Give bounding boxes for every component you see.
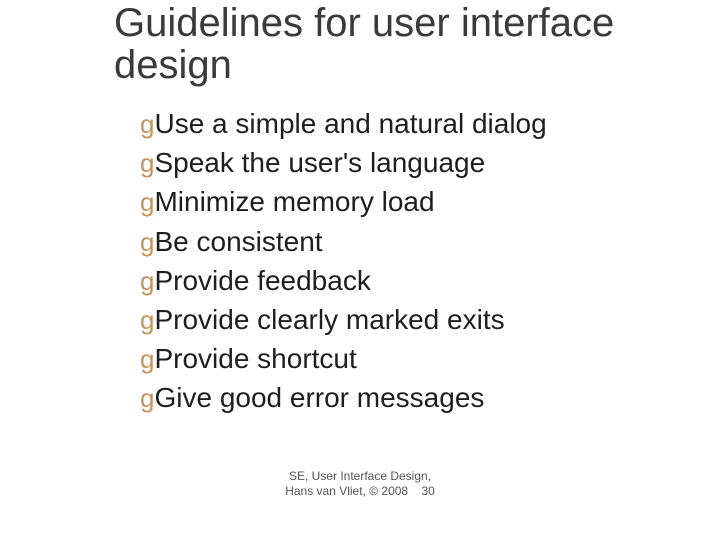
list-item-text: Minimize memory load [154, 186, 434, 217]
footer-line-1: SE, User Interface Design, [0, 469, 720, 485]
bullet-icon: g [140, 227, 154, 257]
footer-line-2: Hans van Vliet, © 2008 [285, 484, 408, 498]
bullet-icon: g [140, 266, 154, 296]
list-item: gBe consistent [140, 222, 640, 261]
list-item-text: Speak the user's language [154, 147, 485, 178]
list-item: gProvide feedback [140, 261, 640, 300]
bullet-icon: g [140, 305, 154, 335]
page-number: 30 [421, 484, 434, 498]
list-item: gMinimize memory load [140, 182, 640, 221]
bullet-icon: g [140, 344, 154, 374]
bullet-icon: g [140, 148, 154, 178]
bullet-icon: g [140, 383, 154, 413]
list-item: gSpeak the user's language [140, 143, 640, 182]
list-item-text: Use a simple and natural dialog [154, 108, 546, 139]
slide-footer: SE, User Interface Design, Hans van Vlie… [0, 469, 720, 500]
slide: Guidelines for user interface design gUs… [0, 0, 720, 540]
bullet-icon: g [140, 187, 154, 217]
list-item-text: Provide clearly marked exits [154, 304, 504, 335]
slide-title: Guidelines for user interface design [114, 2, 654, 86]
list-item: gProvide shortcut [140, 339, 640, 378]
list-item: gProvide clearly marked exits [140, 300, 640, 339]
list-item: gGive good error messages [140, 378, 640, 417]
list-item-text: Provide shortcut [154, 343, 356, 374]
bullet-list: gUse a simple and natural dialog gSpeak … [140, 104, 640, 418]
list-item-text: Give good error messages [154, 382, 484, 413]
list-item-text: Be consistent [154, 226, 322, 257]
list-item-text: Provide feedback [154, 265, 370, 296]
bullet-icon: g [140, 109, 154, 139]
list-item: gUse a simple and natural dialog [140, 104, 640, 143]
